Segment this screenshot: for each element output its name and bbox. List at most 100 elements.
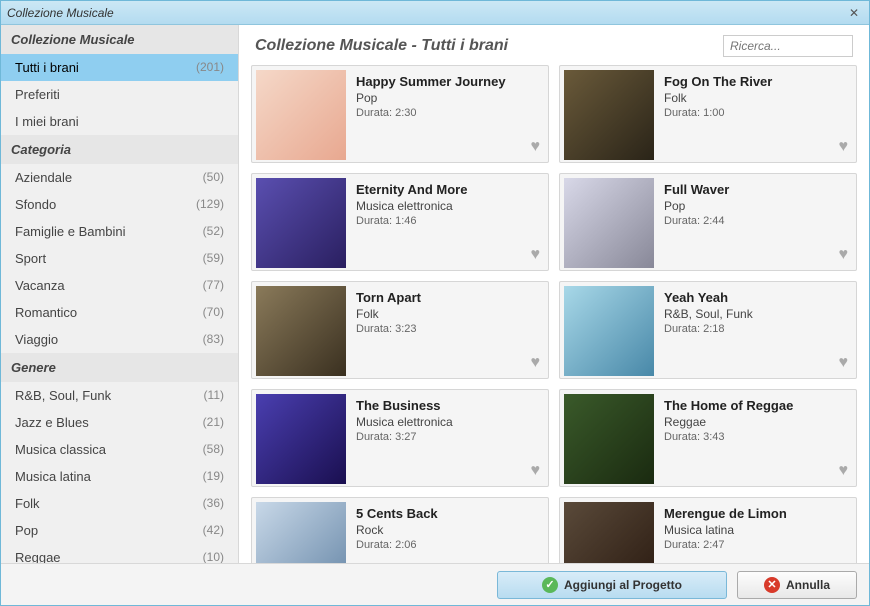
add-to-project-button[interactable]: ✓ Aggiungi al Progetto	[497, 571, 727, 599]
track-genre: Pop	[664, 199, 850, 213]
sidebar-item[interactable]: Romantico (70)	[1, 299, 238, 326]
sidebar-item[interactable]: Reggae (10)	[1, 544, 238, 563]
sidebar-section-header: Collezione Musicale	[1, 25, 238, 54]
favorite-icon[interactable]: ♥	[839, 138, 849, 156]
sidebar-item[interactable]: Tutti i brani(201)	[1, 54, 238, 81]
track-thumbnail	[256, 502, 346, 563]
sidebar-item-label: Musica classica	[15, 442, 106, 457]
sidebar-item-label: Sfondo	[15, 197, 56, 212]
sidebar-item-count: (36)	[203, 496, 224, 511]
sidebar-item-label: Jazz e Blues	[15, 415, 89, 430]
track-title: Happy Summer Journey	[356, 74, 542, 89]
track-duration: Durata: 2:18	[664, 323, 850, 335]
sidebar-item-label: R&B, Soul, Funk	[15, 388, 111, 403]
track-duration: Durata: 2:30	[356, 107, 542, 119]
sidebar-item-label: Preferiti	[15, 87, 60, 102]
sidebar-item[interactable]: Sfondo(129)	[1, 191, 238, 218]
track-card[interactable]: The BusinessMusica elettronicaDurata: 3:…	[251, 389, 549, 487]
track-card[interactable]: Fog On The RiverFolkDurata: 1:00♥	[559, 65, 857, 163]
sidebar-item-count: (70)	[203, 305, 224, 320]
track-title: Torn Apart	[356, 290, 542, 305]
sidebar-item-count: (19)	[203, 469, 224, 484]
favorite-icon[interactable]: ♥	[531, 462, 541, 480]
sidebar-item-count: (10)	[203, 550, 224, 563]
favorite-icon[interactable]: ♥	[531, 138, 541, 156]
favorite-icon[interactable]: ♥	[839, 462, 849, 480]
track-thumbnail	[256, 70, 346, 160]
track-card[interactable]: The Home of Reggae Reggae Durata: 3:43 ♥	[559, 389, 857, 487]
track-duration: Durata: 3:23	[356, 323, 542, 335]
main-header: Collezione Musicale - Tutti i brani	[239, 25, 869, 65]
sidebar-section-header: Categoria	[1, 135, 238, 164]
sidebar-item[interactable]: Folk(36)	[1, 490, 238, 517]
track-duration: Durata: 1:46	[356, 215, 542, 227]
sidebar-item-label: Pop	[15, 523, 38, 538]
sidebar-item-label: Viaggio	[15, 332, 58, 347]
close-icon[interactable]: ✕	[845, 5, 863, 21]
sidebar-item-count: (59)	[203, 251, 224, 266]
sidebar-section-header: Genere	[1, 353, 238, 382]
track-genre: Musica elettronica	[356, 199, 542, 213]
sidebar-item[interactable]: I miei brani	[1, 108, 238, 135]
track-thumbnail	[564, 502, 654, 563]
favorite-icon[interactable]: ♥	[839, 354, 849, 372]
track-duration: Durata: 2:44	[664, 215, 850, 227]
sidebar-item-count: (58)	[203, 442, 224, 457]
sidebar-item[interactable]: Famiglie e Bambini(52)	[1, 218, 238, 245]
track-duration: Durata: 1:00	[664, 107, 850, 119]
sidebar-item-count: (77)	[203, 278, 224, 293]
track-thumbnail	[564, 70, 654, 160]
track-card[interactable]: Eternity And MoreMusica elettronicaDurat…	[251, 173, 549, 271]
track-genre: Musica latina	[664, 523, 850, 537]
sidebar-item-label: Romantico	[15, 305, 77, 320]
track-thumbnail	[256, 178, 346, 268]
track-title: 5 Cents Back	[356, 506, 542, 521]
search-input[interactable]	[723, 35, 853, 57]
track-title: Yeah Yeah	[664, 290, 850, 305]
add-label: Aggiungi al Progetto	[564, 578, 682, 592]
track-card[interactable]: Torn ApartFolkDurata: 3:23♥	[251, 281, 549, 379]
track-genre: Musica elettronica	[356, 415, 542, 429]
sidebar-item[interactable]: Jazz e Blues(21)	[1, 409, 238, 436]
favorite-icon[interactable]: ♥	[531, 246, 541, 264]
sidebar-item[interactable]: Musica classica (58)	[1, 436, 238, 463]
track-card[interactable]: Happy Summer Journey Pop Durata: 2:30 ♥	[251, 65, 549, 163]
sidebar-item[interactable]: Viaggio (83)	[1, 326, 238, 353]
track-card[interactable]: Yeah YeahR&B, Soul, FunkDurata: 2:18♥	[559, 281, 857, 379]
sidebar-item[interactable]: Vacanza(77)	[1, 272, 238, 299]
track-duration: Durata: 3:27	[356, 431, 542, 443]
sidebar-item[interactable]: Preferiti	[1, 81, 238, 108]
track-genre: Pop	[356, 91, 542, 105]
page-title: Collezione Musicale - Tutti i brani	[255, 37, 508, 55]
sidebar-item[interactable]: Pop(42)	[1, 517, 238, 544]
sidebar-item-label: Aziendale	[15, 170, 72, 185]
track-title: Fog On The River	[664, 74, 850, 89]
sidebar-item[interactable]: Musica latina(19)	[1, 463, 238, 490]
track-thumbnail	[256, 394, 346, 484]
track-title: The Home of Reggae	[664, 398, 850, 413]
track-title: Full Waver	[664, 182, 850, 197]
favorite-icon[interactable]: ♥	[839, 246, 849, 264]
sidebar-item-label: Famiglie e Bambini	[15, 224, 126, 239]
sidebar-item-label: Reggae	[15, 550, 61, 563]
track-duration: Durata: 2:47	[664, 539, 850, 551]
track-thumbnail	[256, 286, 346, 376]
track-title: Merengue de Limon	[664, 506, 850, 521]
track-duration: Durata: 2:06	[356, 539, 542, 551]
window-title: Collezione Musicale	[7, 6, 114, 20]
sidebar-item[interactable]: R&B, Soul, Funk(11)	[1, 382, 238, 409]
sidebar-item[interactable]: Aziendale(50)	[1, 164, 238, 191]
track-thumbnail	[564, 178, 654, 268]
track-genre: Reggae	[664, 415, 850, 429]
track-duration: Durata: 3:43	[664, 431, 850, 443]
track-card[interactable]: Full Waver Pop Durata: 2:44 ♥	[559, 173, 857, 271]
sidebar-item-count: (83)	[203, 332, 224, 347]
track-genre: Rock	[356, 523, 542, 537]
tracks-grid: Happy Summer Journey Pop Durata: 2:30 ♥ Fog …	[251, 65, 857, 563]
favorite-icon[interactable]: ♥	[531, 354, 541, 372]
sidebar-item[interactable]: Sport(59)	[1, 245, 238, 272]
cancel-button[interactable]: ✕ Annulla	[737, 571, 857, 599]
track-card[interactable]: Merengue de Limon Musica latina Durata: 2:…	[559, 497, 857, 563]
track-thumbnail	[564, 394, 654, 484]
track-card[interactable]: 5 Cents BackRockDurata: 2:06♥	[251, 497, 549, 563]
